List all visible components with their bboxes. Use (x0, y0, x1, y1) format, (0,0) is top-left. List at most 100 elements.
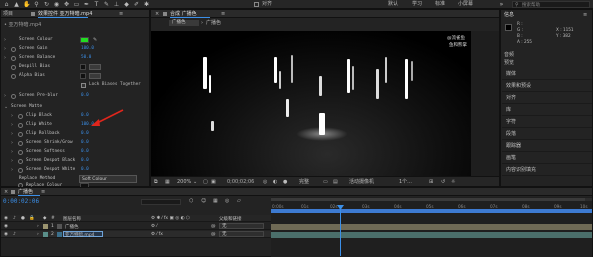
stopwatch-icon[interactable] (11, 65, 16, 70)
time-ruler[interactable] (271, 209, 592, 219)
rectangle-tool-icon[interactable]: ▭ (73, 1, 80, 8)
param-value[interactable]: 0.0 (81, 158, 89, 163)
tab-info[interactable]: 信息 (504, 12, 514, 18)
navigator-range[interactable] (271, 198, 585, 201)
visibility-icon[interactable]: ◉ (4, 232, 8, 237)
subtab-broadcast-color[interactable]: 广播色 (169, 20, 199, 26)
panel-menu-icon[interactable]: ≡ (119, 11, 123, 17)
alpha-eyedropper[interactable] (89, 73, 101, 79)
roi-icon[interactable]: ▭ (323, 179, 328, 185)
expand-arrow-icon[interactable]: › (11, 131, 13, 137)
param-value[interactable]: 0.0 (81, 149, 89, 154)
param-value[interactable]: 0.0 (81, 93, 89, 98)
color-channel-icon[interactable]: ● (283, 179, 287, 185)
stopwatch-icon[interactable] (18, 168, 23, 173)
expand-arrow-icon[interactable]: › (11, 167, 13, 173)
layer-switches[interactable]: ⚙ ⁄ (151, 224, 157, 229)
stopwatch-icon[interactable] (18, 132, 23, 137)
home-icon[interactable]: ⌂ (3, 1, 10, 8)
layer-switches[interactable]: ⚙ ⁄ fx (151, 232, 163, 237)
motion-blur-icon[interactable]: ◎ (225, 198, 229, 204)
layer-row-2[interactable]: ◉ ♪ › 2 亚万特暗.mp4 ⚙ ⁄ fx @ 无 (1, 231, 271, 238)
composition-viewer[interactable]: @流雀鱼 鱼和熊掌 (151, 31, 471, 176)
lock-biases-checkbox[interactable] (81, 83, 86, 88)
close-icon[interactable]: × (4, 189, 8, 195)
pan-behind-icon[interactable]: ✥ (63, 1, 70, 8)
expand-arrow-icon[interactable]: › (11, 122, 13, 128)
timeline-timecode[interactable]: 0:00:02:06 (3, 198, 39, 205)
right-panel-item-tracker[interactable]: 跟踪器 (502, 140, 592, 152)
screen-colour-swatch[interactable] (80, 37, 89, 43)
timeline-search-field[interactable] (141, 199, 181, 205)
eraser-tool-icon[interactable]: ◆ (123, 1, 130, 8)
camera-dropdown[interactable]: 活动摄像机 (349, 179, 374, 185)
transparency-grid-icon[interactable]: ▤ (333, 179, 338, 185)
expand-arrow-icon[interactable]: › (11, 149, 13, 155)
tab-project[interactable]: 项目 (3, 11, 13, 17)
help-search-field[interactable]: ⚲ 搜索帮助 (512, 1, 590, 8)
selection-tool-icon[interactable]: ▲ (13, 1, 20, 8)
snapshot-icon[interactable]: ◎ (263, 179, 267, 185)
alpha-swatch[interactable] (80, 73, 86, 79)
right-panel-item-align[interactable]: 对齐 (502, 92, 592, 104)
right-panel-item-library[interactable]: 库 (502, 104, 592, 116)
right-panel-item-character[interactable]: 字符 (502, 116, 592, 128)
views-dropdown[interactable]: 1个... (399, 179, 412, 185)
eyedropper-icon[interactable]: ✎ (93, 37, 97, 43)
stopwatch-icon[interactable] (18, 114, 23, 119)
param-value[interactable]: 100.0 (81, 46, 94, 51)
navigator-bar[interactable] (271, 198, 592, 201)
tab-audio[interactable]: 音频 (504, 52, 514, 58)
layer-row-1[interactable]: ◉ › 1 广播色 ⚙ ⁄ @ 无 (1, 223, 271, 230)
layer-name[interactable]: 亚万特暗.mp4 (65, 232, 95, 238)
workspace-default[interactable]: 默认 (388, 1, 398, 8)
despill-eyedropper[interactable] (89, 64, 101, 70)
stopwatch-icon[interactable] (11, 74, 16, 79)
right-panel-item-effects-presets[interactable]: 效果和预设 (502, 80, 592, 92)
parent-pickwhip-icon[interactable]: @ (211, 232, 216, 237)
brush-tool-icon[interactable]: ✎ (103, 1, 110, 8)
expand-arrow-icon[interactable]: › (11, 113, 13, 119)
visibility-icon[interactable]: ◉ (4, 224, 8, 229)
viewer-timecode[interactable]: 0;00;02;06 (227, 179, 254, 185)
expand-arrow-icon[interactable]: › (11, 158, 13, 164)
pen-tool-icon[interactable]: ✒ (83, 1, 90, 8)
audio-icon[interactable]: ♪ (13, 232, 16, 237)
parent-pickwhip-icon[interactable]: @ (211, 224, 216, 229)
stopwatch-icon[interactable] (18, 159, 23, 164)
despill-swatch[interactable] (80, 64, 86, 70)
collapse-arrow-icon[interactable]: ⌄ (4, 104, 8, 110)
parent-dropdown[interactable]: 无 (219, 223, 264, 229)
tab-preview[interactable]: 预览 (504, 60, 514, 66)
right-panel-item-media[interactable]: 媒体 (502, 68, 592, 80)
expand-arrow-icon[interactable]: › (37, 224, 39, 229)
always-preview-icon[interactable]: ⧉ (154, 179, 158, 185)
right-panel-item-content-aware-fill[interactable]: 内容识别填充 (502, 164, 592, 176)
replace-method-dropdown[interactable]: Soft Colour (79, 175, 137, 183)
grid-icon[interactable]: ▦ (165, 179, 170, 185)
show-snapshot-icon[interactable]: ◐ (273, 179, 277, 185)
puppet-tool-icon[interactable]: ✱ (143, 1, 150, 8)
camera-tool-icon[interactable]: ◉ (53, 1, 60, 8)
panel-menu-icon[interactable]: ≡ (583, 12, 587, 18)
view-options-icon[interactable]: ⊞ (429, 179, 433, 185)
param-value[interactable]: 0.0 (81, 131, 89, 136)
expand-arrow-icon[interactable]: › (4, 37, 6, 43)
region-icon[interactable]: ▣ (211, 179, 216, 185)
subtab-layer[interactable]: 广播色 (206, 20, 221, 26)
param-value[interactable]: 0.0 (81, 167, 89, 172)
close-icon[interactable]: × (155, 11, 159, 17)
stopwatch-icon[interactable] (11, 56, 16, 61)
right-panel-item-paragraph[interactable]: 段落 (502, 128, 592, 140)
snap-checkbox[interactable] (254, 2, 259, 7)
workspace-small-screen[interactable]: 小屏幕 (458, 1, 473, 8)
param-value[interactable]: 50.0 (81, 55, 91, 60)
zoom-dropdown[interactable]: 200% (177, 179, 191, 185)
draft-3d-icon[interactable]: ⬡ (189, 198, 193, 204)
reset-exposure-icon[interactable]: ↺ (441, 179, 445, 185)
right-panel-item-brush[interactable]: 画笔 (502, 152, 592, 164)
zoom-tool-icon[interactable]: ⚲ (33, 1, 40, 8)
stopwatch-icon[interactable] (18, 141, 23, 146)
stopwatch-icon[interactable] (18, 150, 23, 155)
roto-brush-icon[interactable]: ✐ (133, 1, 140, 8)
